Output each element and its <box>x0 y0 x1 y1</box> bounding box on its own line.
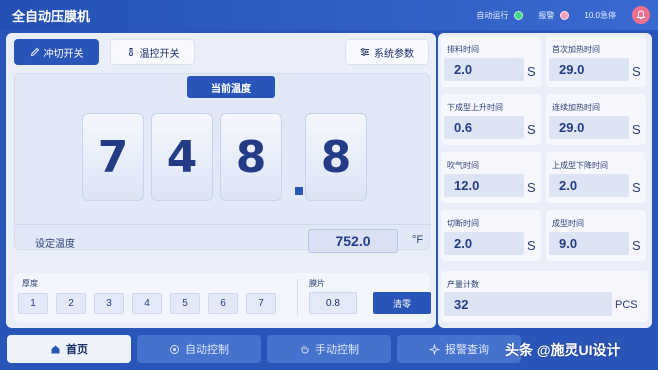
param-title: 吹气时间 <box>447 161 479 170</box>
param-title: 连续加热时间 <box>552 103 600 112</box>
param-input[interactable]: 29.0 <box>549 58 629 81</box>
temperature-unit: °F <box>412 234 424 246</box>
status-estop: 10.0急停 <box>584 10 616 21</box>
status-auto-run: 自动运行 <box>476 10 528 21</box>
thickness-option[interactable]: 7 <box>246 293 276 314</box>
param-input[interactable]: 29.0 <box>549 116 629 139</box>
nav-alarm-query-label: 报警查询 <box>445 344 489 356</box>
main-panel: 冲切开关 温控开关 系统参数 当前温度 7 4 8 8 设定温度 752.0 °… <box>6 33 436 328</box>
decimal-point <box>295 187 303 195</box>
watermark: 头条 @施灵UI设计 <box>505 342 621 358</box>
param-unit: S <box>632 122 641 137</box>
status-light-icon <box>514 10 524 20</box>
pen-icon <box>30 47 39 57</box>
param-unit: S <box>632 238 641 253</box>
param-unit: S <box>527 122 536 137</box>
nav-alarm-query[interactable]: 报警查询 <box>397 335 521 363</box>
nav-manual-control-label: 手动控制 <box>315 344 359 356</box>
cut-switch-label: 冲切开关 <box>43 48 84 60</box>
counter-value: 32 <box>444 292 612 316</box>
thickness-option[interactable]: 4 <box>132 293 162 314</box>
param-unit: S <box>632 180 641 195</box>
status-alarm-label: 报警 <box>538 10 555 20</box>
thickness-label: 厚度 <box>22 279 38 288</box>
set-temperature-label: 设定温度 <box>35 239 75 250</box>
thermometer-icon <box>128 48 133 56</box>
status-estop-label: 10.0急停 <box>584 10 616 20</box>
thickness-option[interactable]: 1 <box>18 293 48 314</box>
param-title: 排料时间 <box>447 45 479 54</box>
nav-home-label: 首页 <box>66 344 88 356</box>
status-light-icon <box>560 10 570 20</box>
temp-switch-button[interactable]: 温控开关 <box>110 39 195 65</box>
nav-auto-control-label: 自动控制 <box>185 344 229 356</box>
param-input[interactable]: 0.6 <box>444 116 524 139</box>
set-temperature-input[interactable]: 752.0 <box>308 229 398 253</box>
temperature-digit: 4 <box>151 113 213 201</box>
param-input[interactable]: 2.0 <box>444 58 524 81</box>
status-alarm: 报警 <box>538 10 574 21</box>
counter-unit: PCS <box>615 299 638 311</box>
thickness-film-panel: 厚度 1 2 3 4 5 6 7 膜片 0.8 清零 <box>14 273 431 322</box>
param-title: 上成型下降时间 <box>552 161 608 170</box>
param-unit: S <box>632 64 641 79</box>
param-card: 上成型下降时间 2.0 S <box>546 152 646 203</box>
param-card: 吹气时间 12.0 S <box>441 152 541 203</box>
param-input[interactable]: 12.0 <box>444 174 524 197</box>
temperature-digit: 7 <box>82 113 144 201</box>
thickness-option[interactable]: 3 <box>94 293 124 314</box>
thickness-option[interactable]: 6 <box>208 293 238 314</box>
param-unit: S <box>527 64 536 79</box>
system-params-label: 系统参数 <box>374 48 414 60</box>
param-title: 切断时间 <box>447 219 479 228</box>
param-card: 下成型上升时间 0.6 S <box>441 94 541 145</box>
status-group: 自动运行 报警 10.0急停 <box>476 5 650 25</box>
film-label: 膜片 <box>309 279 325 288</box>
production-counter-card: 产量计数 32 PCS <box>441 271 648 322</box>
alarm-icon <box>429 343 440 355</box>
param-input[interactable]: 2.0 <box>549 174 629 197</box>
title-bar: 全自动压膜机 自动运行 报警 10.0急停 <box>0 0 658 30</box>
cut-switch-button[interactable]: 冲切开关 <box>14 39 99 65</box>
status-auto-run-label: 自动运行 <box>476 10 509 20</box>
param-card: 排料时间 2.0 S <box>441 36 541 87</box>
param-input[interactable]: 9.0 <box>549 232 629 255</box>
bell-icon <box>636 10 646 20</box>
nav-home[interactable]: 首页 <box>7 335 131 363</box>
nav-manual-control[interactable]: 手动控制 <box>267 335 391 363</box>
auto-control-icon <box>170 344 179 354</box>
param-card: 连续加热时间 29.0 S <box>546 94 646 145</box>
param-card: 首次加热时间 29.0 S <box>546 36 646 87</box>
counter-title: 产量计数 <box>447 280 479 289</box>
param-card: 成型时间 9.0 S <box>546 210 646 261</box>
home-icon <box>51 345 60 353</box>
parameters-panel: 排料时间 2.0 S 首次加热时间 29.0 S 下成型上升时间 0.6 S 连… <box>438 33 652 328</box>
param-unit: S <box>527 180 536 195</box>
param-title: 下成型上升时间 <box>447 103 503 112</box>
thickness-option[interactable]: 5 <box>170 293 200 314</box>
divider <box>15 224 431 225</box>
app-title: 全自动压膜机 <box>12 8 91 24</box>
temperature-digit: 8 <box>220 113 282 201</box>
hand-icon <box>301 345 309 353</box>
current-temperature-panel: 当前温度 7 4 8 8 设定温度 752.0 °F <box>14 73 431 253</box>
alarm-button[interactable] <box>632 6 650 24</box>
current-temperature-tab: 当前温度 <box>187 76 275 98</box>
param-card: 切断时间 2.0 S <box>441 210 541 261</box>
clear-button[interactable]: 清零 <box>373 292 431 314</box>
temp-switch-label: 温控开关 <box>139 48 180 60</box>
system-params-button[interactable]: 系统参数 <box>345 39 429 65</box>
sliders-icon <box>361 48 369 56</box>
divider <box>297 279 298 316</box>
film-input[interactable]: 0.8 <box>309 292 357 314</box>
param-title: 首次加热时间 <box>552 45 600 54</box>
param-unit: S <box>527 238 536 253</box>
temperature-digit: 8 <box>305 113 367 201</box>
nav-auto-control[interactable]: 自动控制 <box>137 335 261 363</box>
thickness-option[interactable]: 2 <box>56 293 86 314</box>
param-input[interactable]: 2.0 <box>444 232 524 255</box>
param-title: 成型时间 <box>552 219 584 228</box>
